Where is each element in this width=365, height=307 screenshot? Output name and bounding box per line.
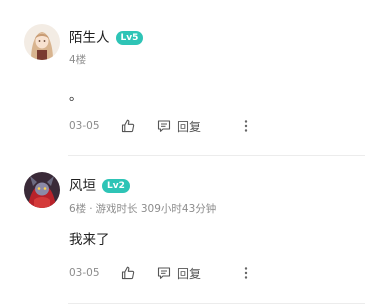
reply-label: 回复	[177, 119, 202, 134]
avatar-image	[24, 172, 60, 208]
comment-item: 风垣 Lv2 6楼 · 游戏时长 309小时43分钟 我来了 03-05 回复	[0, 156, 365, 307]
reply-button[interactable]: 回复	[157, 263, 201, 283]
reply-button[interactable]: 回复	[157, 116, 201, 136]
meta-separator: ·	[89, 203, 93, 215]
comment-bubble-icon	[157, 120, 171, 132]
floor-number: 4楼	[69, 54, 87, 66]
more-options-button[interactable]	[241, 263, 251, 283]
thumbs-up-icon	[121, 119, 135, 133]
comment-bubble-icon	[157, 267, 171, 279]
level-badge: Lv5	[115, 31, 144, 45]
more-vertical-icon	[244, 120, 248, 132]
level-badge: Lv2	[102, 179, 130, 193]
playtime: 游戏时长 309小时43分钟	[95, 203, 217, 215]
comment-meta: 6楼 · 游戏时长 309小时43分钟	[69, 202, 216, 216]
user-avatar[interactable]	[24, 24, 60, 60]
comment-item: 陌生人 Lv5 4楼 。 03-05 回复	[0, 0, 365, 155]
more-options-button[interactable]	[241, 116, 251, 136]
reply-label: 回复	[177, 266, 202, 281]
username[interactable]: 风垣	[69, 177, 96, 195]
comment-content: 我来了	[69, 232, 110, 248]
comment-meta: 4楼	[69, 53, 86, 67]
avatar-image	[24, 24, 60, 60]
like-button[interactable]	[121, 263, 157, 283]
comment-divider	[68, 303, 365, 304]
thumbs-up-icon	[121, 266, 135, 280]
comment-actions: 03-05 回复	[69, 263, 365, 283]
username[interactable]: 陌生人	[69, 29, 110, 47]
comment-date: 03-05	[69, 120, 100, 132]
like-button[interactable]	[121, 116, 157, 136]
comment-actions: 03-05 回复	[69, 116, 365, 136]
more-vertical-icon	[244, 267, 248, 279]
comment-date: 03-05	[69, 267, 100, 279]
user-avatar[interactable]	[24, 172, 60, 208]
floor-number: 6楼	[69, 203, 87, 215]
comment-content: 。	[69, 88, 83, 104]
